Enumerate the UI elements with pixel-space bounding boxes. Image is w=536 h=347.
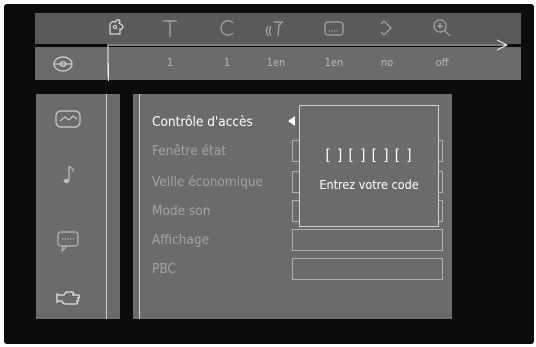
panel-divider [139, 94, 140, 319]
subtitle-box-icon[interactable] [313, 16, 355, 42]
osd-toolbar [35, 13, 521, 44]
angle-icon[interactable] [366, 16, 408, 42]
speech-bubble-icon[interactable] [50, 228, 86, 254]
picture-settings-icon[interactable] [50, 106, 86, 132]
audio-hand-icon[interactable] [95, 16, 137, 42]
menu-item-sound-mode[interactable]: Mode son [152, 202, 210, 220]
music-note-icon[interactable] [50, 162, 86, 188]
settings-sidebar [36, 94, 120, 319]
disc-icon [53, 56, 73, 72]
menu-item-display[interactable]: Affichage [152, 231, 209, 249]
audio-language-value: 1en [266, 56, 286, 69]
menu-item-status-window[interactable]: Fenêtre état [152, 142, 226, 160]
chapter-value: 1 [223, 56, 231, 69]
menu-item-eco-standby[interactable]: Veille économique [152, 173, 263, 191]
zoom-icon[interactable] [421, 16, 463, 42]
angle-value: no [380, 56, 394, 69]
sidebar-divider [106, 94, 107, 319]
zoom-value: off [435, 56, 449, 69]
subtitle-value: 1 [166, 56, 174, 69]
code-prompt-label: Entrez votre code [319, 177, 419, 192]
access-code-dialog: [ ] [ ] [ ] [ ] Entrez votre code [299, 105, 439, 227]
menu-item-pbc[interactable]: PBC [152, 260, 176, 278]
audio-language-icon[interactable] [255, 16, 297, 42]
menu-item-access-control[interactable]: Contrôle d'accès [152, 113, 253, 131]
code-entry-field[interactable]: [ ] [ ] [ ] [ ] [300, 146, 438, 164]
display-value-box[interactable] [292, 229, 443, 251]
osd-value-bar: 1 1 1en 1en no off [35, 47, 521, 81]
subtitle-t-icon[interactable] [149, 16, 191, 42]
pbc-value-box[interactable] [292, 258, 443, 280]
left-arrow-icon [288, 116, 295, 126]
preferences-hand-icon[interactable] [50, 285, 86, 311]
chapter-c-icon[interactable] [206, 16, 248, 42]
bar-divider [108, 63, 109, 81]
subtitle-language-value: 1en [324, 56, 344, 69]
